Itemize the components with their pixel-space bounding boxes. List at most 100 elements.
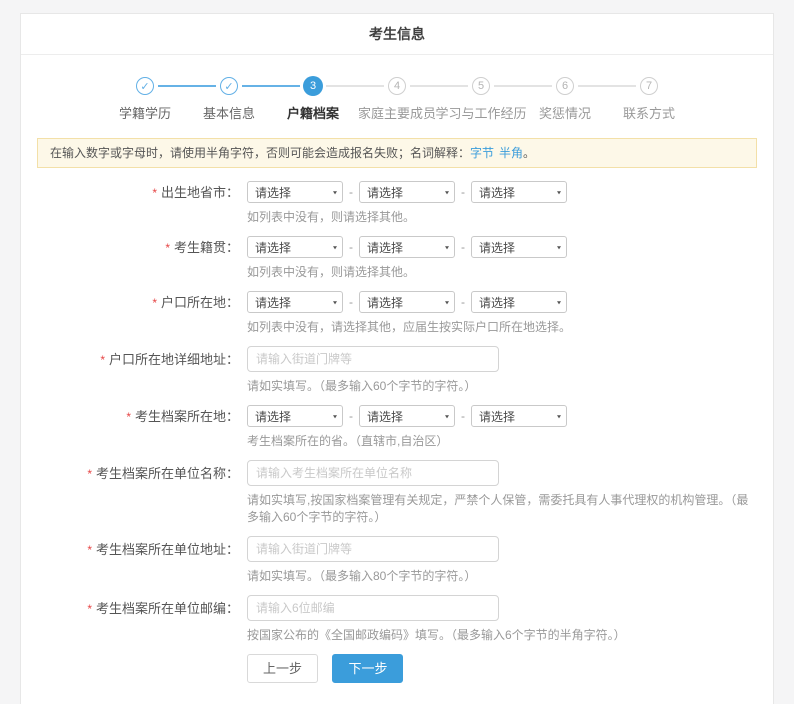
select-separator: - [461, 240, 465, 254]
prev-step-button[interactable]: 上一步 [247, 654, 318, 683]
birthplace-hint: 如列表中没有，则请选择其他。 [247, 209, 749, 226]
archive-unit-name-hint: 请如实填写,按国家档案管理有关规定，严禁个人保管，需委托具有人事代理权的机构管理… [247, 492, 749, 526]
select-separator: - [349, 295, 353, 309]
select-separator: - [349, 240, 353, 254]
dropdown-arrow-icon: ▾ [445, 412, 449, 419]
native-place-province-select[interactable]: 请选择▾ [247, 236, 343, 258]
step-5-circle-wrap: 5 [469, 76, 493, 96]
household-address-hint: 请如实填写。（最多输入60个字节的字符。） [247, 378, 749, 395]
dropdown-arrow-icon: ▾ [557, 412, 561, 419]
halfwidth-term-link[interactable]: 半角 [499, 146, 523, 160]
required-mark: * [100, 353, 105, 367]
archive-unit-address-row: *考生档案所在单位地址： 请如实填写。（最多输入80个字节的字符。） [21, 536, 753, 585]
select-separator: - [349, 185, 353, 199]
archive-unit-address-input[interactable] [247, 536, 499, 562]
native-place-row: *考生籍贯： 请选择▾ - 请选择▾ - 请选择▾ 如列表中没有，则请选择其他。 [21, 236, 753, 281]
dropdown-arrow-icon: ▾ [557, 243, 561, 250]
step-3-number: 3 [303, 76, 323, 96]
step-study-work[interactable]: 5 学习与工作经历 [439, 76, 523, 122]
dropdown-arrow-icon: ▾ [445, 188, 449, 195]
archive-unit-address-label: *考生档案所在单位地址： [21, 536, 239, 585]
household-province-select[interactable]: 请选择▾ [247, 291, 343, 313]
archive-city-select[interactable]: 请选择▾ [359, 405, 455, 427]
archive-unit-postcode-row: *考生档案所在单位邮编： 按国家公布的《全国邮政编码》填写。（最多输入6个字节的… [21, 595, 753, 644]
household-address-input[interactable] [247, 346, 499, 372]
dropdown-arrow-icon: ▾ [445, 243, 449, 250]
step-rewards[interactable]: 6 奖惩情况 [523, 76, 607, 122]
step-5-label: 学习与工作经历 [436, 103, 527, 122]
archive-province-select[interactable]: 请选择▾ [247, 405, 343, 427]
native-place-city-select[interactable]: 请选择▾ [359, 236, 455, 258]
wizard-stepper: ✓ 学籍学历 ✓ 基本信息 3 户籍档案 4 家庭主要成员 5 学习与 [21, 55, 773, 136]
archive-unit-address-hint: 请如实填写。（最多输入80个字节的字符。） [247, 568, 749, 585]
step-5-number: 5 [472, 77, 490, 95]
select-separator: - [461, 409, 465, 423]
required-mark: * [87, 467, 92, 481]
dropdown-arrow-icon: ▾ [333, 412, 337, 419]
select-separator: - [349, 409, 353, 423]
household-district-select[interactable]: 请选择▾ [471, 291, 567, 313]
required-mark: * [165, 241, 170, 255]
birthplace-city-select[interactable]: 请选择▾ [359, 181, 455, 203]
household-archive-form: *出生地省市： 请选择▾ - 请选择▾ - 请选择▾ 如列表中没有，则请选择其他… [21, 168, 773, 704]
step-7-circle-wrap: 7 [637, 76, 661, 96]
check-icon: ✓ [220, 77, 238, 95]
archive-unit-postcode-label: *考生档案所在单位邮编： [21, 595, 239, 644]
archive-location-row: *考生档案所在地： 请选择▾ - 请选择▾ - 请选择▾ 考生档案所在的省。（直… [21, 405, 753, 450]
form-footer: 上一步 下一步 [247, 654, 753, 704]
native-place-hint: 如列表中没有，则请选择其他。 [247, 264, 749, 281]
archive-district-select[interactable]: 请选择▾ [471, 405, 567, 427]
required-mark: * [87, 602, 92, 616]
birthplace-district-select[interactable]: 请选择▾ [471, 181, 567, 203]
dropdown-arrow-icon: ▾ [333, 298, 337, 305]
step-contact[interactable]: 7 联系方式 [607, 76, 691, 122]
candidate-info-card: 考生信息 ✓ 学籍学历 ✓ 基本信息 3 户籍档案 4 家庭主要成员 [20, 13, 774, 704]
step-family-members[interactable]: 4 家庭主要成员 [355, 76, 439, 122]
dropdown-arrow-icon: ▾ [333, 188, 337, 195]
archive-unit-postcode-input[interactable] [247, 595, 499, 621]
step-4-number: 4 [388, 77, 406, 95]
birthplace-label: *出生地省市： [21, 181, 239, 226]
step-7-label: 联系方式 [623, 103, 675, 122]
step-4-circle-wrap: 4 [385, 76, 409, 96]
household-address-row: *户口所在地详细地址： 请如实填写。（最多输入60个字节的字符。） [21, 346, 753, 395]
step-6-number: 6 [556, 77, 574, 95]
notice-text: 在输入数字或字母时，请使用半角字符，否则可能会造成报名失败；名词解释： [50, 146, 470, 160]
dropdown-arrow-icon: ▾ [557, 298, 561, 305]
step-3-circle-wrap: 3 [300, 76, 326, 96]
step-3-label: 户籍档案 [287, 103, 339, 122]
halfwidth-notice-bar: 在输入数字或字母时，请使用半角字符，否则可能会造成报名失败；名词解释：字节半角。 [37, 138, 757, 168]
birthplace-row: *出生地省市： 请选择▾ - 请选择▾ - 请选择▾ 如列表中没有，则请选择其他… [21, 181, 753, 226]
step-basic-info[interactable]: ✓ 基本信息 [187, 76, 271, 122]
household-location-row: *户口所在地： 请选择▾ - 请选择▾ - 请选择▾ 如列表中没有，请选择其他，… [21, 291, 753, 336]
next-step-button[interactable]: 下一步 [332, 654, 403, 683]
check-icon: ✓ [136, 77, 154, 95]
archive-location-label: *考生档案所在地： [21, 405, 239, 450]
required-mark: * [152, 186, 157, 200]
birthplace-province-select[interactable]: 请选择▾ [247, 181, 343, 203]
household-location-hint: 如列表中没有，请选择其他，应届生按实际户口所在地选择。 [247, 319, 749, 336]
step-1-label: 学籍学历 [119, 103, 171, 122]
required-mark: * [126, 410, 131, 424]
archive-unit-postcode-hint: 按国家公布的《全国邮政编码》填写。（最多输入6个字节的半角字符。） [247, 627, 749, 644]
step-2-circle-wrap: ✓ [217, 76, 241, 96]
dropdown-arrow-icon: ▾ [557, 188, 561, 195]
dropdown-arrow-icon: ▾ [333, 243, 337, 250]
archive-unit-name-row: *考生档案所在单位名称： 请如实填写,按国家档案管理有关规定，严禁个人保管，需委… [21, 460, 753, 526]
required-mark: * [87, 543, 92, 557]
archive-unit-name-label: *考生档案所在单位名称： [21, 460, 239, 526]
byte-term-link[interactable]: 字节 [470, 146, 494, 160]
step-4-label: 家庭主要成员 [358, 103, 436, 122]
dropdown-arrow-icon: ▾ [445, 298, 449, 305]
select-separator: - [461, 295, 465, 309]
step-2-label: 基本信息 [203, 103, 255, 122]
select-separator: - [461, 185, 465, 199]
archive-location-hint: 考生档案所在的省。（直辖市,自治区） [247, 433, 749, 450]
archive-unit-name-input[interactable] [247, 460, 499, 486]
native-place-district-select[interactable]: 请选择▾ [471, 236, 567, 258]
native-place-label: *考生籍贯： [21, 236, 239, 281]
step-huji-dangan[interactable]: 3 户籍档案 [271, 76, 355, 122]
step-xueji-xueli[interactable]: ✓ 学籍学历 [103, 76, 187, 122]
step-7-number: 7 [640, 77, 658, 95]
household-city-select[interactable]: 请选择▾ [359, 291, 455, 313]
